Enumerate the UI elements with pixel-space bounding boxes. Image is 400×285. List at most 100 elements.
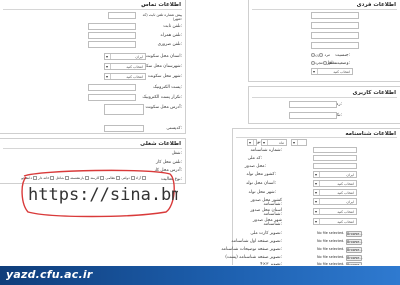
field-label: شهر محل صدور شناسنامه: <box>252 218 282 227</box>
radio-button[interactable] <box>322 61 327 65</box>
phone-input[interactable] <box>88 23 136 30</box>
field-label: شهر محل تولد: <box>248 190 276 195</box>
form-row: وضعیت نظام وظیفه: انتخاب کنید▾ <box>249 67 400 76</box>
no-file-text: No file selected. <box>317 255 345 259</box>
personal-title: اطلاعات فردی <box>356 2 396 8</box>
form-row: شهر محل تولد: انتخاب کنید ▾ <box>233 188 400 197</box>
postal-code-input[interactable] <box>104 125 144 132</box>
footer-banner: yazd.cfu.ac.ir <box>0 265 400 285</box>
chevron-down-icon: ▾ <box>313 69 316 74</box>
latin-name-input[interactable] <box>311 42 359 49</box>
watermark-text: https://sina.bmn.ir/ <box>28 185 178 205</box>
email-input[interactable] <box>88 84 136 91</box>
footer-url: yazd.cfu.ac.ir <box>6 268 93 281</box>
city-select[interactable]: انتخاب کنید ▾ <box>104 73 146 80</box>
birth-day-select[interactable]: ▾ <box>247 139 257 146</box>
form-row: تلفن ضروری: <box>0 40 185 49</box>
field-label: استان محل تولد: <box>245 181 276 186</box>
chevron-down-icon: ▾ <box>315 199 318 204</box>
birth-month-select[interactable]: ماه ▾ <box>261 139 287 146</box>
field-label: پیش شماره تلفن ثابت (کد شهر): <box>142 13 182 21</box>
field-label: شماره شناسنامه: <box>250 148 282 153</box>
birth-country-select[interactable]: ایران ▾ <box>313 171 357 178</box>
watermark-scribble: https://sina.bmn.ir/ <box>21 169 178 218</box>
military-select[interactable]: انتخاب کنید ▾ <box>311 68 353 75</box>
field-label: تکرار پست الکترونیک: <box>142 95 182 100</box>
birth-city-select[interactable]: انتخاب کنید ▾ <box>313 189 357 196</box>
account-title: اطلاعات کاربری <box>352 90 396 96</box>
contact-panel: اطلاعات تماس پیش شماره تلفن ثابت (کد شهر… <box>0 0 186 134</box>
birth-year-select[interactable]: ▾ <box>291 139 307 146</box>
form-row: تلفن همراه: <box>0 31 185 40</box>
province-select[interactable]: ایران ▾ <box>104 53 146 60</box>
county-select[interactable]: انتخاب کنید ▾ <box>104 63 146 70</box>
gender-options: مرد زن <box>311 53 330 57</box>
birth-province-select[interactable]: انتخاب کنید ▾ <box>313 180 357 187</box>
browse-button[interactable]: Browse... <box>346 238 363 245</box>
field-label: کشور محل صدور شناسنامه: <box>250 198 282 207</box>
form-row: پیش شماره تلفن ثابت (کد شهر): <box>0 11 185 21</box>
address-input[interactable] <box>104 104 144 115</box>
mobile-input[interactable] <box>88 32 136 39</box>
field-label: شغل: <box>171 151 182 156</box>
job-title: اطلاعات شغلی <box>140 141 181 147</box>
field-label: تصویر صفحه توضیحات شناسنامه: <box>221 247 282 252</box>
form-row: نام و نام خانوادگی لاتین: <box>249 41 400 50</box>
chevron-down-icon: ▾ <box>106 74 109 79</box>
form-row: استان محل صدور شناسنامه: انتخاب کنید ▾ <box>233 207 400 217</box>
form-row: تکرار پست الکترونیک: <box>0 93 185 102</box>
first-name-input[interactable] <box>311 12 359 19</box>
field-label: تلفن ثابت: <box>163 24 182 29</box>
form-row: شهر محل سکونت: انتخاب کنید ▾ <box>0 72 185 81</box>
chevron-down-icon: ▾ <box>315 190 318 195</box>
form-row: کدپستی: <box>0 124 185 133</box>
no-file-text: No file selected. <box>317 239 345 243</box>
chevron-down-icon: ▾ <box>315 181 318 186</box>
form-row: شغل: <box>0 149 185 158</box>
issue-place-input[interactable] <box>313 163 357 169</box>
chevron-down-icon: ▾ <box>315 172 318 177</box>
password-input[interactable] <box>289 101 337 108</box>
divider <box>3 9 182 10</box>
field-label: تصویر کارت ملی: <box>250 231 282 236</box>
option-label: مجرد <box>315 61 323 65</box>
field-label: استان محل صدور شناسنامه: <box>250 208 282 217</box>
marital-options: متاهل مجرد <box>311 61 337 65</box>
area-code-input[interactable] <box>108 12 136 19</box>
chevron-down-icon: ▾ <box>315 209 318 214</box>
contact-title: اطلاعات تماس <box>141 2 181 8</box>
radio-button[interactable] <box>319 53 324 57</box>
no-file-text: No file selected. <box>317 231 345 235</box>
chevron-down-icon: ▾ <box>249 140 252 145</box>
personal-panel: اطلاعات فردی نام: نام خانوادگی: نام پدر:… <box>248 0 400 82</box>
form-row: شهر محل صدور شناسنامه: انتخاب کنید ▾ <box>233 217 400 227</box>
issue-city-select[interactable]: انتخاب کنید ▾ <box>313 218 357 225</box>
chevron-down-icon: ▾ <box>106 64 109 69</box>
form-row: پست الکترونیک: <box>0 83 185 92</box>
identity-panel: اطلاعات شناسنامه تاریخ تولد: ▾ ماه▾ ▾ شم… <box>221 128 400 268</box>
form-row: شهرستان محل سکونت: انتخاب کنید ▾ <box>0 62 185 71</box>
issue-country-select[interactable]: ایران ▾ <box>313 198 357 205</box>
form-row: تلفن ثابت: <box>0 22 185 31</box>
form-row: نام پدر: <box>249 31 400 40</box>
email-confirm-input[interactable] <box>88 94 136 101</box>
form-row: تکرار رمز عبور: <box>249 111 400 120</box>
form-row: کشور محل صدور شناسنامه: ایران ▾ <box>233 197 400 207</box>
emergency-phone-input[interactable] <box>88 41 136 48</box>
form-row: نام خانوادگی: <box>249 21 400 30</box>
father-name-input[interactable] <box>311 32 359 39</box>
browse-button[interactable]: Browse... <box>346 230 363 237</box>
field-label: استان محل سکونت: <box>145 54 182 59</box>
field-label: کشور محل تولد: <box>246 172 276 177</box>
no-file-text: No file selected. <box>317 247 345 251</box>
browse-button[interactable]: Browse... <box>346 246 363 253</box>
field-label: تلفن ضروری: <box>157 42 182 47</box>
last-name-input[interactable] <box>311 22 359 29</box>
field-label: کدپستی: <box>166 126 182 131</box>
account-panel: اطلاعات کاربری رمز عبور: تکرار رمز عبور: <box>248 86 400 124</box>
national-code-input[interactable] <box>313 155 357 161</box>
issue-province-select[interactable]: انتخاب کنید ▾ <box>313 208 357 215</box>
field-label: تلفن همراه: <box>160 33 182 38</box>
id-number-input[interactable] <box>313 147 357 153</box>
password-confirm-input[interactable] <box>289 112 337 119</box>
